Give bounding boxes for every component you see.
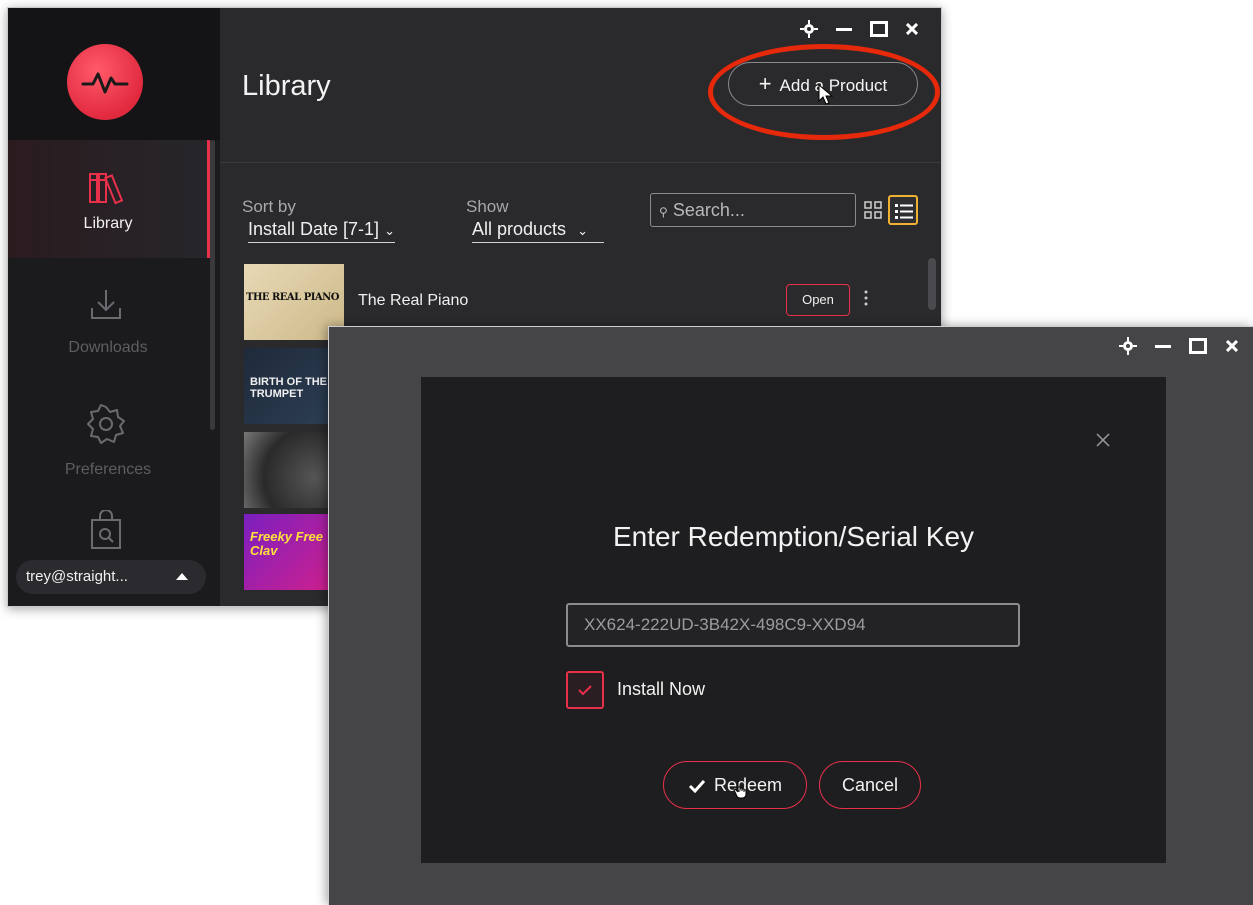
- show-value: All products: [472, 219, 567, 239]
- checkmark-icon: [578, 685, 592, 696]
- library-scrollbar[interactable]: [928, 258, 936, 310]
- sidebar-item-library[interactable]: Library: [8, 140, 210, 258]
- settings-icon[interactable]: [1119, 337, 1137, 355]
- cancel-button[interactable]: Cancel: [819, 761, 921, 809]
- sidebar-item-label: Library: [83, 215, 133, 232]
- logo-area: [8, 8, 220, 140]
- sort-by-dropdown[interactable]: Install Date [7-1] ⌄: [248, 219, 395, 243]
- maximize-icon[interactable]: [870, 21, 888, 37]
- product-name: The Real Piano: [358, 292, 469, 309]
- search-icon: ⚲: [659, 205, 668, 219]
- sidebar-item-label: Preferences: [64, 461, 152, 478]
- redeem-dialog: Enter Redemption/Serial Key XX624-222UD-…: [421, 377, 1166, 863]
- open-button[interactable]: Open: [786, 284, 850, 316]
- dialog-title: Enter Redemption/Serial Key: [612, 521, 975, 552]
- sidebar-item-preferences[interactable]: Preferences: [8, 388, 208, 506]
- mouse-cursor-icon: [818, 84, 834, 105]
- user-account-button[interactable]: trey@straight...: [16, 560, 206, 594]
- install-now-checkbox[interactable]: [566, 671, 604, 709]
- download-icon: [91, 290, 121, 319]
- minimize-icon[interactable]: [836, 28, 852, 32]
- filter-bar: Sort by Install Date [7-1] ⌄ Show All pr…: [220, 163, 941, 243]
- search-input[interactable]: ⚲ Search...: [650, 193, 856, 227]
- sidebar-item-label: Downloads: [68, 339, 148, 356]
- sidebar-scrollbar[interactable]: [210, 140, 215, 430]
- library-header: Library + Add a Product: [220, 8, 941, 163]
- chevron-down-icon: ⌄: [577, 223, 588, 238]
- page-title: Library: [242, 70, 331, 102]
- chevron-down-icon: ⌄: [384, 223, 395, 238]
- search-placeholder: Search...: [672, 200, 745, 220]
- more-options-icon[interactable]: [864, 290, 868, 306]
- show-label: Show: [466, 197, 509, 216]
- grid-view-icon[interactable]: [864, 201, 882, 219]
- serial-key-input[interactable]: XX624-222UD-3B42X-498C9-XXD94: [566, 603, 1020, 647]
- thumbnail-text: THE REAL PIANO: [246, 292, 340, 303]
- caret-up-icon: [176, 573, 188, 580]
- sidebar: Library Downloads Preferences trey@strai…: [8, 8, 220, 606]
- minimize-icon[interactable]: [1155, 345, 1171, 349]
- sidebar-item-store[interactable]: [8, 504, 208, 560]
- show-dropdown[interactable]: All products ⌄: [472, 219, 604, 243]
- redeem-window: Enter Redemption/Serial Key XX624-222UD-…: [328, 326, 1253, 905]
- hand-cursor-icon: [733, 781, 747, 799]
- user-email: trey@straight...: [26, 568, 128, 585]
- install-now-label: Install Now: [617, 679, 706, 699]
- dialog-close-icon[interactable]: [1096, 433, 1110, 447]
- checkmark-icon: [688, 780, 706, 794]
- maximize-icon[interactable]: [1189, 338, 1207, 354]
- list-view-button[interactable]: [888, 195, 918, 225]
- gear-icon: [87, 404, 125, 444]
- pulse-icon: [81, 72, 129, 94]
- sidebar-item-downloads[interactable]: Downloads: [8, 266, 208, 384]
- close-icon[interactable]: [1226, 340, 1238, 352]
- sort-by-label: Sort by: [242, 197, 296, 216]
- close-icon[interactable]: [906, 23, 918, 35]
- library-books-icon: [89, 173, 124, 205]
- settings-icon[interactable]: [800, 20, 818, 38]
- app-logo: [67, 44, 143, 120]
- sort-by-value: Install Date [7-1]: [248, 219, 380, 239]
- list-view-icon: [895, 204, 913, 219]
- store-bag-icon: [91, 510, 121, 549]
